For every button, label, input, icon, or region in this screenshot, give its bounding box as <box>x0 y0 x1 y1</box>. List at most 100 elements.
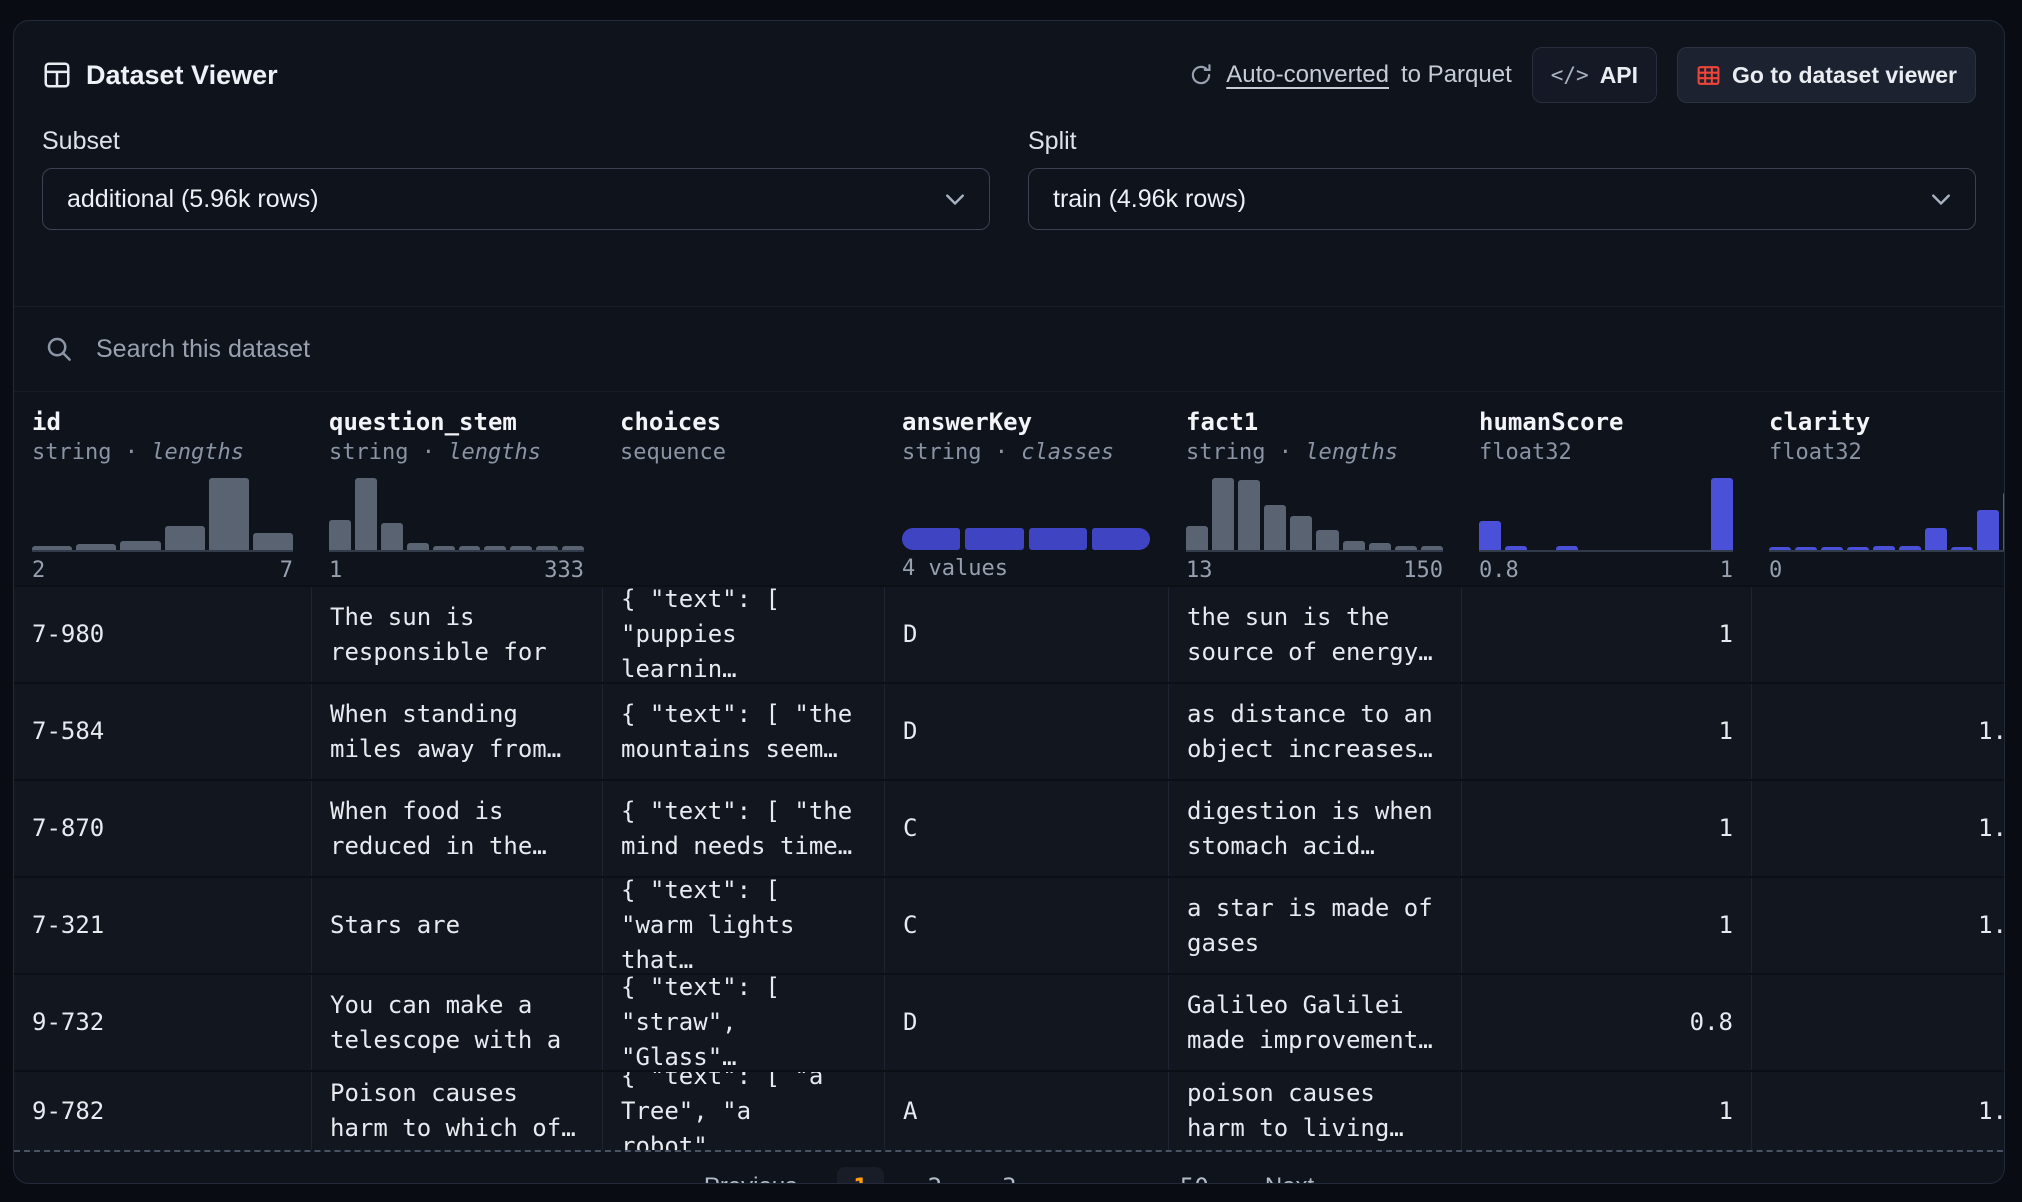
cell-answerKey: D <box>884 587 1168 682</box>
cell-humanScore: 1 <box>1461 878 1751 973</box>
table-row[interactable]: 7-980The sun is responsible for{ "text":… <box>14 585 2005 682</box>
go-to-dataset-viewer-button[interactable]: Go to dataset viewer <box>1677 47 1976 103</box>
column-header-id: idstring · lengths27 <box>14 392 311 585</box>
histogram-bar <box>1795 547 1817 550</box>
histogram-max-label: 333 <box>544 558 584 583</box>
page-button-1[interactable]: 1 <box>837 1167 883 1184</box>
histogram-bar <box>536 546 558 550</box>
cell-fact1: digestion is when stomach acid… <box>1168 781 1461 876</box>
column-name: choices <box>620 408 866 436</box>
histogram-bar <box>1951 547 1973 550</box>
histogram-max-label: 1 <box>1720 558 1733 583</box>
next-label: Next <box>1265 1173 1314 1184</box>
page-button-50[interactable]: 50 <box>1164 1167 1225 1184</box>
pagination: ‹ Previous 1 2 3... 50 Next › <box>14 1152 2004 1184</box>
histogram-humanScore[interactable] <box>1479 478 1733 552</box>
table-header-row: idstring · lengths27question_stemstring … <box>14 392 2005 585</box>
column-header-fact1: fact1string · lengths13150 <box>1168 392 1461 585</box>
histogram-bar <box>2003 492 2005 550</box>
previous-page-button[interactable]: ‹ Previous <box>681 1172 797 1185</box>
histogram-answerKey[interactable] <box>902 478 1150 550</box>
histogram-choices <box>620 478 866 550</box>
cell-choices: { "text": [ "straw", "Glass"… <box>602 975 884 1070</box>
histogram-bar <box>355 478 377 550</box>
histogram-question_stem[interactable] <box>329 478 584 552</box>
auto-converted-link[interactable]: Auto-converted <box>1226 61 1389 89</box>
column-name: question_stem <box>329 408 584 436</box>
page-button-3[interactable]: 3 <box>986 1167 1032 1184</box>
auto-converted: Auto-converted to Parquet <box>1188 61 1512 89</box>
cell-id: 9-782 <box>14 1072 311 1150</box>
cell-answerKey: D <box>884 975 1168 1070</box>
cell-choices: { "text": [ "warm lights that… <box>602 878 884 973</box>
histogram-bar <box>1769 547 1791 550</box>
cell-question_stem: You can make a telescope with a <box>311 975 602 1070</box>
previous-label: Previous <box>704 1173 797 1184</box>
chevron-right-icon: › <box>1328 1172 1337 1185</box>
cell-humanScore: 1 <box>1461 587 1751 682</box>
column-type: float32 <box>1479 440 1733 466</box>
histogram-max-label: 7 <box>280 558 293 583</box>
histogram-bar <box>1873 546 1895 550</box>
cell-id: 7-980 <box>14 587 311 682</box>
refresh-icon <box>1188 62 1214 88</box>
class-segment <box>902 528 960 550</box>
class-segment <box>1029 528 1087 550</box>
table-row[interactable]: 7-584When standing miles away from…{ "te… <box>14 682 2005 779</box>
cell-question_stem: When food is reduced in the… <box>311 781 602 876</box>
split-select-value: train (4.96k rows) <box>1053 185 1246 214</box>
cell-id: 9-732 <box>14 975 311 1070</box>
histogram-labels: 0 <box>1769 552 2005 591</box>
chevron-down-icon <box>1931 192 1951 206</box>
histogram-id[interactable] <box>32 478 293 552</box>
cell-id: 7-584 <box>14 684 311 779</box>
cell-answerKey: A <box>884 1072 1168 1150</box>
next-page-button[interactable]: Next › <box>1265 1172 1337 1185</box>
histogram-bar <box>1238 480 1260 550</box>
class-segment <box>965 528 1023 550</box>
histogram-bar <box>165 526 205 550</box>
split-control: Split train (4.96k rows) <box>1028 127 1976 230</box>
cell-humanScore: 1 <box>1461 781 1751 876</box>
column-name: clarity <box>1769 408 2005 436</box>
dataset-table: idstring · lengths27question_stemstring … <box>14 392 2005 1152</box>
histogram-bar <box>510 546 532 550</box>
cell-fact1: as distance to an object increases… <box>1168 684 1461 779</box>
cell-choices: { "text": [ "the mountains seem… <box>602 684 884 779</box>
split-select[interactable]: train (4.96k rows) <box>1028 168 1976 230</box>
table-row[interactable]: 9-732You can make a telescope with a{ "t… <box>14 973 2005 1070</box>
chevron-down-icon <box>945 192 965 206</box>
histogram-fact1[interactable] <box>1186 478 1443 552</box>
histogram-bar <box>381 523 403 550</box>
cell-fact1: a star is made of gases <box>1168 878 1461 973</box>
subset-split-controls: Subset additional (5.96k rows) Split tra… <box>14 107 2004 230</box>
column-type: sequence <box>620 440 866 466</box>
histogram-bar <box>209 478 249 550</box>
go-to-dataset-viewer-label: Go to dataset viewer <box>1732 62 1957 89</box>
api-button[interactable]: </> API <box>1532 47 1657 103</box>
table-row[interactable]: 7-321Stars are{ "text": [ "warm lights t… <box>14 876 2005 973</box>
cell-answerKey: C <box>884 878 1168 973</box>
table-body: 7-980The sun is responsible for{ "text":… <box>14 585 2005 1152</box>
histogram-clarity[interactable] <box>1769 478 2005 552</box>
subset-select[interactable]: additional (5.96k rows) <box>42 168 990 230</box>
histogram-min-label: 0.8 <box>1479 558 1519 583</box>
cell-fact1: Galileo Galilei made improvement… <box>1168 975 1461 1070</box>
dataset-viewer-card: Dataset Viewer Auto-converted to Parquet… <box>13 20 2005 1184</box>
histogram-min-label: 4 values <box>902 556 1008 581</box>
table-row[interactable]: 9-782Poison causes harm to which of…{ "t… <box>14 1070 2005 1152</box>
histogram-bar <box>484 546 506 550</box>
title-wrap: Dataset Viewer <box>42 60 278 91</box>
histogram-bar <box>1821 547 1843 550</box>
page-button-...[interactable]: ... <box>1061 1167 1136 1184</box>
cell-clarity: 1. <box>1751 878 2005 973</box>
page-title: Dataset Viewer <box>86 60 278 91</box>
subset-select-value: additional (5.96k rows) <box>67 185 319 214</box>
table-row[interactable]: 7-870When food is reduced in the…{ "text… <box>14 779 2005 876</box>
page-button-2[interactable]: 2 <box>912 1167 958 1184</box>
cell-humanScore: 1 <box>1461 1072 1751 1150</box>
column-header-humanScore: humanScorefloat320.81 <box>1461 392 1751 585</box>
search-icon <box>44 334 74 364</box>
histogram-bar <box>1264 505 1286 550</box>
search-input[interactable]: Search this dataset <box>14 307 2004 392</box>
